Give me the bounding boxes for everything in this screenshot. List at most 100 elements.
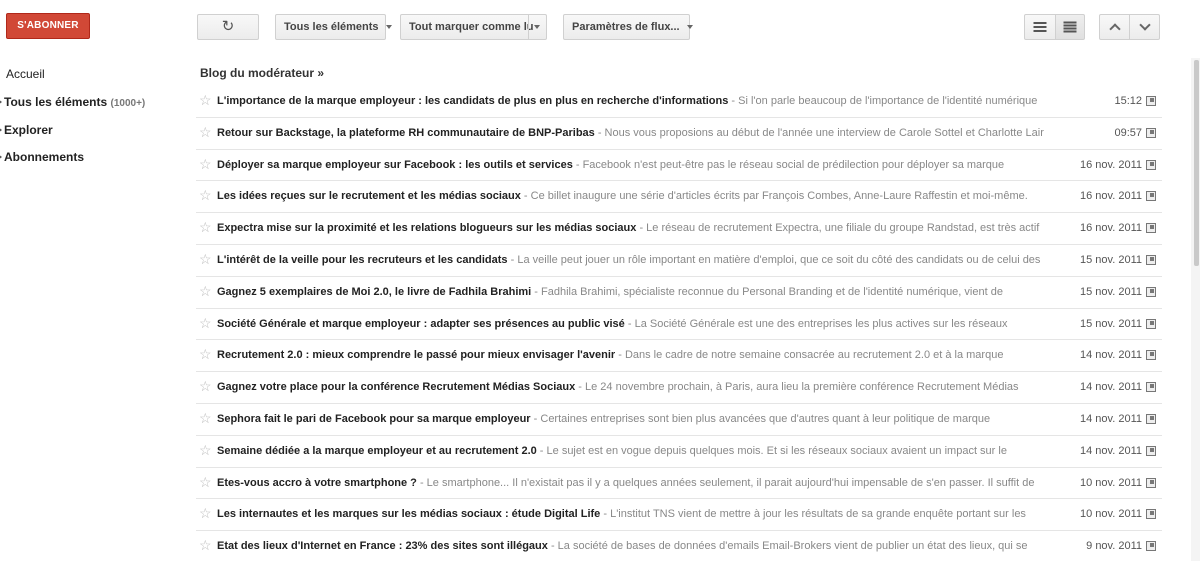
feed-item-row[interactable]: ☆ Recrutement 2.0 : mieux comprendre le p… — [196, 340, 1162, 373]
star-icon[interactable]: ☆ — [199, 505, 212, 522]
open-external-icon[interactable] — [1146, 127, 1156, 138]
sidebar-item-explore[interactable]: Explorer — [0, 123, 53, 143]
expanded-view-icon — [1063, 21, 1077, 34]
sidebar-item-label: Explorer — [4, 123, 53, 137]
open-external-icon[interactable] — [1146, 509, 1156, 520]
subscribe-button[interactable]: S'ABONNER — [6, 13, 90, 39]
feed-item-text: Les idées reçues sur le recrutement et l… — [217, 190, 1072, 202]
caret-down-icon — [686, 25, 693, 30]
open-external-icon[interactable] — [1146, 286, 1156, 297]
feed-item-snippet: - Certaines entreprises sont bien plus a… — [530, 412, 991, 425]
star-icon[interactable]: ☆ — [199, 251, 212, 268]
feed-item-row[interactable]: ☆ Etat des lieux d'Internet en France : 2… — [196, 531, 1162, 561]
feed-item-row[interactable]: ☆ L'intérêt de la veille pour les recrute… — [196, 245, 1162, 277]
refresh-button[interactable]: ↻ — [197, 14, 259, 40]
open-external-icon[interactable] — [1146, 191, 1156, 202]
star-icon[interactable]: ☆ — [199, 378, 212, 395]
feed-item-row[interactable]: ☆ Retour sur Backstage, la plateforme RH … — [196, 118, 1162, 150]
star-icon[interactable]: ☆ — [199, 410, 212, 427]
open-external-icon[interactable] — [1146, 318, 1156, 329]
star-icon[interactable]: ☆ — [199, 187, 212, 204]
unread-count-badge: (1000+) — [110, 98, 146, 109]
feed-item-snippet: - Fadhila Brahimi, spécialiste reconnue … — [531, 285, 1003, 298]
feed-settings-dropdown[interactable]: Paramètres de flux... — [563, 14, 693, 40]
sidebar-item-all-items[interactable]: Tous les éléments (1000+) — [0, 95, 145, 115]
expanded-view-button[interactable] — [1055, 14, 1085, 40]
feed-item-text: Gagnez votre place pour la conférence Re… — [217, 381, 1072, 393]
feed-item-date: 09:57 — [1114, 126, 1142, 139]
star-icon[interactable]: ☆ — [199, 124, 212, 141]
next-item-button[interactable] — [1129, 14, 1160, 40]
feed-item-snippet: - Facebook n'est peut-être pas le réseau… — [572, 158, 1005, 171]
mark-all-read-options-button[interactable] — [528, 15, 546, 39]
mark-all-read-button[interactable]: Tout marquer comme lu — [400, 14, 547, 40]
open-external-icon[interactable] — [1146, 541, 1156, 552]
feed-item-row[interactable]: ☆ Les idées reçues sur le recrutement et … — [196, 181, 1162, 214]
feed-item-snippet: - Le 24 novembre prochain, à Paris, aura… — [575, 381, 1019, 394]
chevron-down-icon — [1138, 19, 1151, 31]
feed-item-date: 10 nov. 2011 — [1080, 508, 1142, 521]
open-external-icon[interactable] — [1146, 413, 1156, 424]
feed-item-snippet: - Le sujet est en vogue depuis quelques … — [536, 444, 1007, 457]
scrollbar-thumb[interactable] — [1194, 60, 1199, 266]
feed-item-row[interactable]: ☆ Gagnez votre place pour la conférence R… — [196, 372, 1162, 404]
open-external-icon[interactable] — [1146, 350, 1156, 361]
sidebar-item-home[interactable]: Accueil — [6, 67, 45, 87]
feed-item-row[interactable]: ☆ Expectra mise sur la proximité et les r… — [196, 213, 1162, 245]
open-external-icon[interactable] — [1146, 96, 1156, 106]
open-external-icon[interactable] — [1146, 382, 1156, 393]
list-view-button[interactable] — [1024, 14, 1056, 40]
feed-item-row[interactable]: ☆ Les internautes et les marques sur les … — [196, 499, 1162, 532]
open-external-icon[interactable] — [1146, 223, 1156, 234]
feed-item-row[interactable]: ☆ Société Générale et marque employeur : … — [196, 309, 1162, 341]
star-icon[interactable]: ☆ — [199, 315, 212, 332]
feed-item-row[interactable]: ☆ Etes-vous accro à votre smartphone ? - … — [196, 468, 1162, 500]
caret-down-icon — [534, 25, 540, 29]
feed-item-title: Déployer sa marque employeur sur Faceboo… — [217, 158, 573, 171]
feed-item-row[interactable]: ☆ Sephora fait le pari de Facebook pour s… — [196, 404, 1162, 436]
feed-item-text: Etes-vous accro à votre smartphone ? - L… — [217, 477, 1072, 489]
feed-item-text: Recrutement 2.0 : mieux comprendre le pa… — [217, 349, 1072, 361]
feed-settings-label: Paramètres de flux... — [572, 21, 680, 33]
feed-item-date: 15:12 — [1114, 95, 1142, 107]
feed-item-date: 15 nov. 2011 — [1080, 253, 1142, 266]
feed-item-row[interactable]: ☆ Gagnez 5 exemplaires de Moi 2.0, le liv… — [196, 277, 1162, 309]
feed-item-date: 9 nov. 2011 — [1086, 540, 1142, 553]
star-icon[interactable]: ☆ — [199, 442, 212, 459]
feed-item-snippet: - La veille peut jouer un rôle important… — [507, 253, 1041, 266]
expand-triangle-icon[interactable] — [0, 99, 2, 105]
feed-item-snippet: - Si l'on parle beaucoup de l'importance… — [728, 95, 1038, 107]
feed-item-title: Expectra mise sur la proximité et les re… — [217, 222, 637, 235]
star-icon[interactable]: ☆ — [199, 92, 212, 109]
feed-title-link[interactable]: Blog du modérateur » — [200, 66, 324, 80]
feed-item-date: 16 nov. 2011 — [1080, 190, 1142, 203]
open-external-icon[interactable] — [1146, 159, 1156, 170]
star-icon[interactable]: ☆ — [199, 474, 212, 491]
star-icon[interactable]: ☆ — [199, 156, 212, 173]
feed-item-snippet: - Ce billet inaugure une série d'article… — [520, 190, 1028, 203]
feed-item-row[interactable]: ☆ Déployer sa marque employeur sur Facebo… — [196, 150, 1162, 182]
previous-item-button[interactable] — [1099, 14, 1130, 40]
star-icon[interactable]: ☆ — [199, 346, 212, 363]
feed-item-row[interactable]: ☆ L'importance de la marque employeur : l… — [196, 86, 1162, 118]
feed-item-row[interactable]: ☆ Semaine dédiée a la marque employeur et… — [196, 436, 1162, 468]
open-external-icon[interactable] — [1146, 254, 1156, 265]
feed-item-text: Retour sur Backstage, la plateforme RH c… — [217, 127, 1072, 139]
all-items-dropdown[interactable]: Tous les éléments — [275, 14, 392, 40]
feed-item-snippet: - Le réseau de recrutement Expectra, une… — [636, 222, 1040, 235]
feed-item-text: Expectra mise sur la proximité et les re… — [217, 222, 1072, 234]
open-external-icon[interactable] — [1146, 477, 1156, 488]
feed-item-text: Gagnez 5 exemplaires de Moi 2.0, le livr… — [217, 286, 1072, 298]
feed-item-title: Semaine dédiée a la marque employeur et … — [217, 444, 537, 457]
feed-item-snippet: - Le smartphone... Il n'existait pas il … — [416, 476, 1035, 489]
expand-triangle-icon[interactable] — [0, 127, 2, 133]
star-icon[interactable]: ☆ — [199, 283, 212, 300]
star-icon[interactable]: ☆ — [199, 537, 212, 554]
feed-item-date: 14 nov. 2011 — [1080, 412, 1142, 425]
expand-triangle-icon[interactable] — [0, 154, 2, 160]
feed-item-snippet: - L'institut TNS vient de mettre à jour … — [600, 508, 1026, 521]
feed-item-text: L'importance de la marque employeur : le… — [217, 95, 1072, 107]
star-icon[interactable]: ☆ — [199, 219, 212, 236]
sidebar-item-subscriptions[interactable]: Abonnements — [0, 150, 84, 170]
open-external-icon[interactable] — [1146, 445, 1156, 456]
